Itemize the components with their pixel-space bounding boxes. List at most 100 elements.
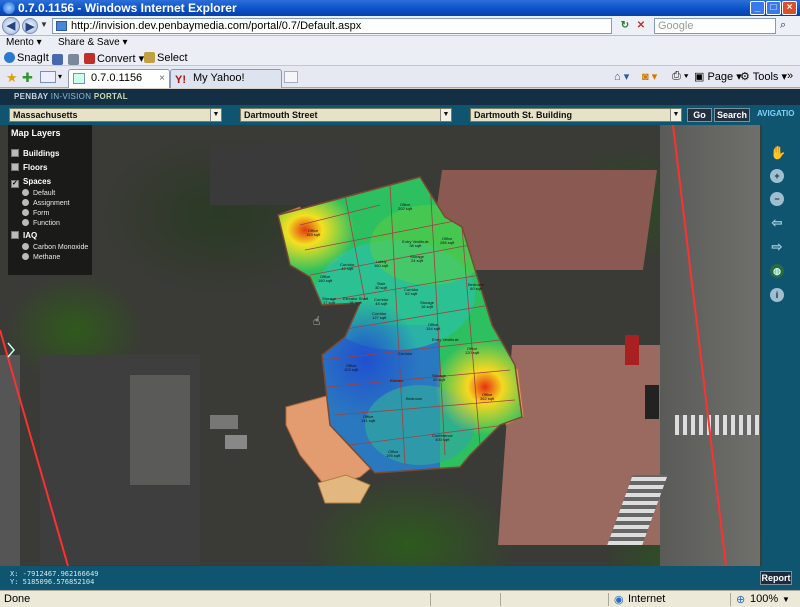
status-text: Done bbox=[4, 593, 31, 605]
floor-plan-heatmap[interactable]: ☝ bbox=[0, 125, 762, 566]
radio[interactable] bbox=[22, 243, 29, 250]
print-capture-icon[interactable] bbox=[68, 54, 79, 65]
spaces-option-form[interactable]: Form bbox=[22, 209, 49, 217]
checkbox-checked[interactable]: ✓ bbox=[11, 180, 19, 188]
room-area: 103 sqft bbox=[344, 367, 359, 372]
go-button[interactable]: Go bbox=[687, 108, 712, 122]
spaces-option-assignment[interactable]: Assignment bbox=[22, 199, 70, 207]
links-toolbar: Mento ▾ Share & Save ▾ bbox=[0, 36, 800, 50]
pan-hand-icon[interactable]: ✋ bbox=[770, 146, 786, 160]
search-button[interactable]: Search bbox=[714, 108, 750, 122]
share-save-menu[interactable]: Share & Save ▾ bbox=[58, 37, 128, 48]
capture-icon[interactable] bbox=[52, 54, 63, 65]
tab-label: 0.7.0.1156 bbox=[91, 72, 143, 84]
add-favorites-icon[interactable]: ✚ bbox=[22, 70, 33, 86]
radio[interactable] bbox=[22, 199, 29, 206]
iaq-option-methane[interactable]: Methane bbox=[22, 253, 60, 261]
room-area: 120 sqft bbox=[465, 350, 480, 355]
street-select[interactable]: Dartmouth Street ▼ bbox=[240, 108, 452, 122]
close-button[interactable]: × bbox=[782, 1, 797, 15]
room-label: Conference 400 sqft bbox=[432, 434, 453, 442]
quick-tabs-icon[interactable] bbox=[40, 71, 56, 83]
room-area: 195 sqft bbox=[386, 453, 401, 458]
location-selector-bar: Massachusetts ▼ Dartmouth Street ▼ Dartm… bbox=[0, 105, 800, 125]
overflow-icon[interactable]: » bbox=[787, 70, 793, 82]
room-label: Bedroom 60 sqft bbox=[468, 283, 484, 291]
tab-portal[interactable]: 0.7.0.1156 × bbox=[68, 69, 170, 88]
zoom-in-icon[interactable]: + bbox=[770, 169, 784, 183]
minimize-button[interactable]: _ bbox=[750, 1, 765, 15]
zoom-level[interactable]: 100% bbox=[750, 593, 778, 605]
convert-button[interactable]: Convert ▾ bbox=[84, 52, 144, 65]
room-name: Bedroom bbox=[406, 396, 423, 401]
room-label: Office 202 sqft bbox=[398, 203, 412, 211]
room-label: Storage 24 sqft bbox=[410, 255, 424, 263]
maximize-button[interactable]: □ bbox=[766, 1, 781, 15]
zoom-dropdown-icon[interactable]: ▼ bbox=[782, 595, 790, 604]
checkbox[interactable] bbox=[11, 163, 19, 171]
room-area: 22 sqft bbox=[433, 377, 446, 382]
print-icon[interactable]: ⎙ ▾ bbox=[672, 70, 688, 83]
address-input[interactable]: http://invision.dev.penbaymedia.com/port… bbox=[52, 18, 612, 34]
room-label: Office 120 sqft bbox=[465, 347, 479, 355]
building-select[interactable]: Dartmouth St. Building ▼ bbox=[470, 108, 682, 122]
state-select[interactable]: Massachusetts ▼ bbox=[9, 108, 222, 122]
radio[interactable] bbox=[22, 253, 29, 260]
page-menu[interactable]: ▣ Page ▾ bbox=[694, 70, 742, 83]
search-input[interactable]: Google bbox=[654, 18, 776, 34]
radio[interactable] bbox=[22, 219, 29, 226]
radio[interactable] bbox=[22, 189, 29, 196]
back-arrow-icon[interactable]: ⇦ bbox=[770, 216, 784, 230]
hand-cursor-icon: ☝ bbox=[313, 314, 320, 328]
stop-icon[interactable]: ✕ bbox=[634, 19, 648, 33]
checkbox[interactable] bbox=[11, 149, 19, 157]
chevron-down-icon: ▼ bbox=[440, 109, 451, 121]
room-label: Kitchen bbox=[390, 379, 403, 383]
info-icon[interactable]: i bbox=[770, 288, 784, 302]
layer-floors[interactable]: Floors bbox=[11, 163, 47, 172]
room-name: Corridor bbox=[398, 351, 413, 356]
forward-icon[interactable]: ▶ bbox=[22, 18, 38, 34]
room-label: Elevator Shaft 31 sqft bbox=[343, 297, 368, 305]
room-label: Bedroom bbox=[406, 397, 422, 401]
tab-my-yahoo[interactable]: Y! My Yahoo! bbox=[170, 69, 282, 88]
spaces-option-function[interactable]: Function bbox=[22, 219, 60, 227]
forward-arrow-icon[interactable]: ⇨ bbox=[770, 240, 784, 254]
layer-buildings[interactable]: Buildings bbox=[11, 149, 59, 158]
refresh-icon[interactable]: ↻ bbox=[618, 19, 632, 33]
room-area: 38 sqft bbox=[409, 243, 422, 248]
room-area: 31 sqft bbox=[349, 300, 362, 305]
tab-list-icon[interactable]: ▾ bbox=[58, 72, 62, 81]
mento-menu[interactable]: Mento ▾ bbox=[6, 37, 42, 48]
back-icon[interactable]: ◀ bbox=[2, 17, 20, 35]
history-dropdown-icon[interactable]: ▼ bbox=[40, 20, 48, 29]
spaces-option-default[interactable]: Default bbox=[22, 189, 55, 197]
iaq-option-carbon-monoxide[interactable]: Carbon Monoxide bbox=[22, 243, 88, 251]
zone-text: Internet bbox=[628, 593, 666, 605]
report-button[interactable]: Report bbox=[760, 571, 792, 585]
new-tab-icon[interactable] bbox=[284, 71, 298, 83]
tab-row: ★ ✚ ▾ 0.7.0.1156 × Y! My Yahoo! ⌂ ▾ ◙ ▾ … bbox=[0, 66, 800, 88]
feeds-icon[interactable]: ◙ ▾ bbox=[642, 70, 657, 83]
room-label: Office 103 sqft bbox=[344, 364, 358, 372]
favorites-star-icon[interactable]: ★ bbox=[6, 70, 18, 86]
home-icon[interactable]: ⌂ ▾ bbox=[614, 70, 629, 83]
snagit-button[interactable]: SnagIt bbox=[4, 52, 49, 64]
checkbox[interactable] bbox=[11, 231, 19, 239]
room-label: Office 153 sqft bbox=[306, 229, 320, 237]
tab-page-icon bbox=[73, 73, 85, 84]
map-view[interactable]: ☝ Office 202 sqft Office 153 sqft Corridor 42… bbox=[0, 125, 762, 566]
divider bbox=[730, 593, 731, 606]
tab-close-icon[interactable]: × bbox=[159, 70, 165, 87]
y-coordinate: Y: 5185096.576852104 bbox=[10, 578, 95, 586]
zoom-icon[interactable]: ⊕ bbox=[736, 593, 745, 606]
select-button[interactable]: Select bbox=[144, 52, 188, 64]
globe-icon[interactable]: ◍ bbox=[770, 264, 784, 278]
radio[interactable] bbox=[22, 209, 29, 216]
room-label: Corridor 42 sqft bbox=[340, 263, 354, 271]
layer-spaces[interactable]: ✓ Spaces bbox=[11, 177, 51, 188]
tools-menu[interactable]: ⚙ Tools ▾ bbox=[740, 70, 787, 83]
layer-iaq[interactable]: IAQ bbox=[11, 231, 37, 240]
search-icon[interactable]: ⌕ bbox=[780, 19, 786, 32]
zoom-out-icon[interactable]: − bbox=[770, 192, 784, 206]
